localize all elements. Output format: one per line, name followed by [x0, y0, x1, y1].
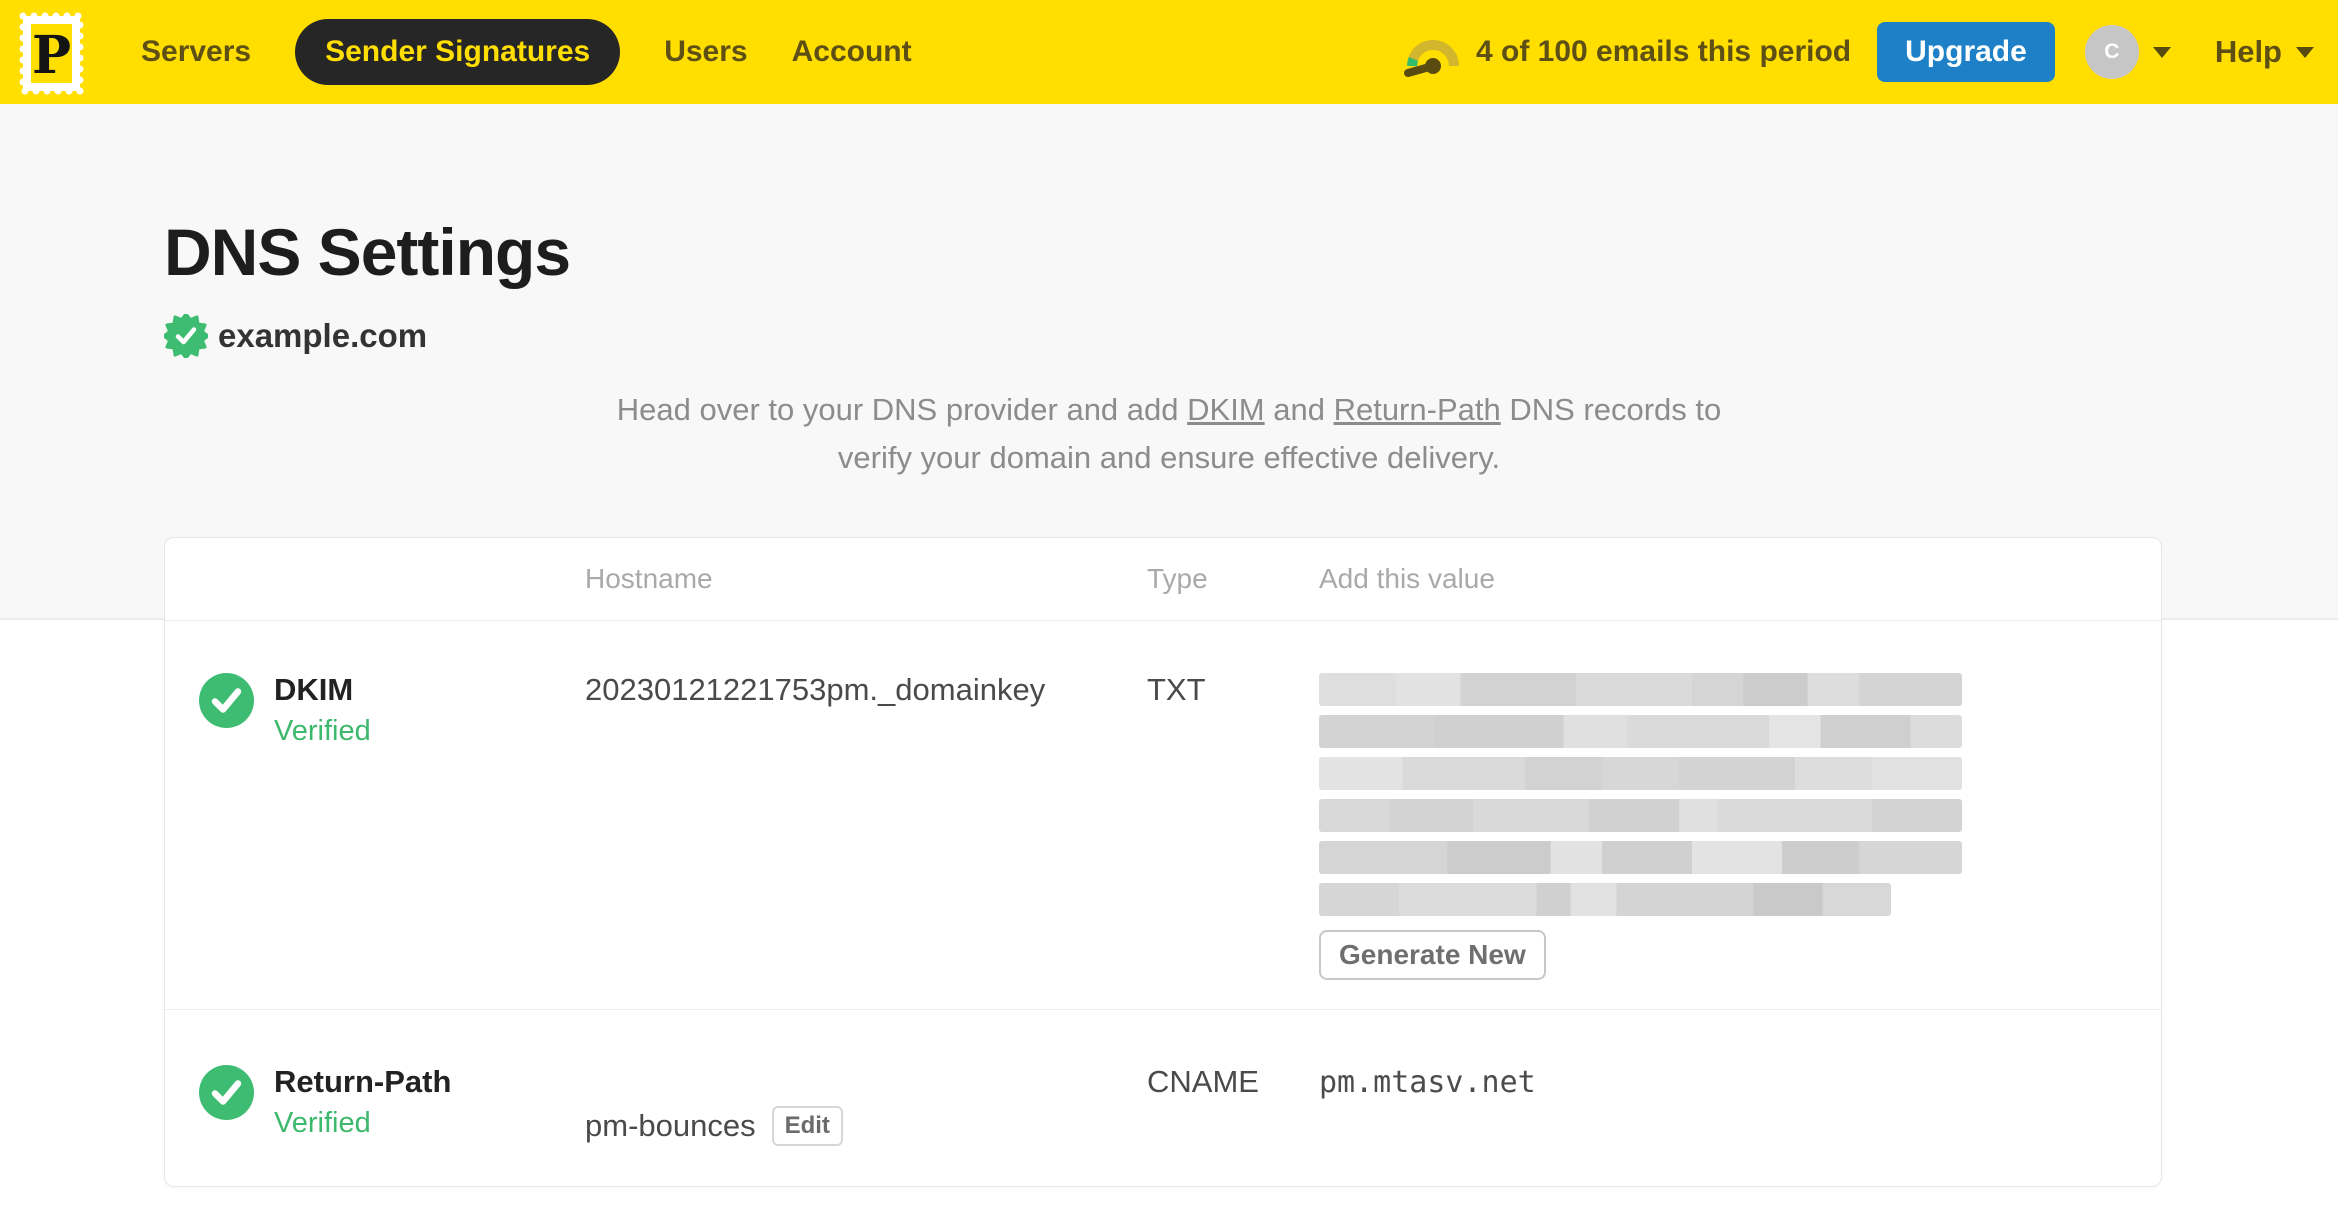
nav-item-sender-signatures[interactable]: Sender Signatures — [295, 19, 621, 85]
status-badge: Verified — [274, 715, 371, 747]
redacted-value-line — [1319, 799, 1962, 832]
verified-seal-icon — [164, 314, 208, 358]
nav-item-users[interactable]: Users — [664, 35, 747, 69]
redacted-value-line — [1319, 883, 1891, 916]
description-segment: DNS records to — [1500, 392, 1722, 427]
help-menu[interactable]: Help — [2215, 34, 2314, 70]
redacted-value-line — [1319, 841, 1962, 874]
return-path-link[interactable]: Return-Path — [1334, 392, 1501, 427]
dkim-link[interactable]: DKIM — [1187, 392, 1265, 427]
help-label: Help — [2214, 34, 2282, 69]
logo-letter: P — [32, 25, 71, 86]
return-path-value: pm.mtasv.net — [1319, 1065, 1536, 1100]
main-content: DNS Settings example.com Head over to yo… — [0, 104, 2338, 1187]
chevron-down-icon — [2296, 46, 2314, 58]
redacted-dns-value — [1319, 673, 1962, 916]
description-segment: verify your domain and ensure effective … — [837, 440, 1501, 475]
verified-check-icon — [199, 673, 254, 728]
dns-records-table: Hostname Type Add this value DKIM Verifi… — [164, 537, 2162, 1187]
description-text: Head over to your DNS provider and add D… — [519, 386, 1819, 482]
column-header-hostname: Hostname — [585, 563, 713, 594]
domain-name: example.com — [218, 317, 428, 354]
dkim-type: TXT — [1147, 672, 1206, 707]
record-name: DKIM — [274, 672, 354, 707]
redacted-value-line — [1319, 715, 1962, 748]
description-segment: Head over to your DNS provider and add — [616, 392, 1188, 427]
domain-row: example.com — [164, 314, 2338, 358]
dkim-value-cell: Generate New — [1319, 673, 2161, 1009]
page-title: DNS Settings — [164, 215, 571, 289]
dkim-status-cell: DKIM Verified — [199, 673, 585, 1009]
primary-nav: Servers Sender Signatures Users Account — [141, 19, 912, 85]
redacted-value-line — [1319, 757, 1962, 790]
avatar[interactable]: C — [2084, 25, 2139, 79]
table-row-return-path: Return-Path Verified pm-bounces Edit CNA… — [165, 1010, 2161, 1186]
postmark-logo[interactable]: P — [18, 11, 85, 96]
redacted-value-line — [1319, 673, 1962, 706]
chevron-down-icon — [2152, 46, 2171, 58]
return-path-hostname-cell: pm-bounces Edit — [585, 1065, 1147, 1186]
upgrade-button[interactable]: Upgrade — [1877, 22, 2055, 82]
description-segment: and — [1264, 392, 1334, 427]
record-name: Return-Path — [274, 1064, 452, 1099]
account-menu[interactable]: C — [2084, 25, 2171, 79]
return-path-type: CNAME — [1147, 1064, 1259, 1099]
generate-new-button[interactable]: Generate New — [1319, 930, 1546, 980]
usage-gauge-icon — [1403, 40, 1459, 77]
table-row-dkim: DKIM Verified 20230121221753pm._domainke… — [165, 621, 2161, 1010]
column-header-type: Type — [1147, 563, 1208, 594]
top-nav: P Servers Sender Signatures Users Accoun… — [0, 0, 2338, 104]
return-path-status-cell: Return-Path Verified — [199, 1065, 585, 1186]
verified-check-icon — [199, 1065, 254, 1120]
return-path-hostname: pm-bounces — [585, 1107, 756, 1143]
status-badge: Verified — [274, 1107, 371, 1139]
nav-item-account[interactable]: Account — [792, 35, 912, 69]
dkim-hostname: 20230121221753pm._domainkey — [585, 672, 1046, 707]
nav-item-servers[interactable]: Servers — [141, 35, 251, 69]
column-header-value: Add this value — [1319, 563, 1495, 594]
edit-button[interactable]: Edit — [771, 1105, 843, 1146]
usage-counter: 4 of 100 emails this period — [1475, 35, 1852, 68]
nav-right-group: 4 of 100 emails this period Upgrade C He… — [1403, 22, 2314, 82]
table-header-row: Hostname Type Add this value — [165, 538, 2161, 621]
